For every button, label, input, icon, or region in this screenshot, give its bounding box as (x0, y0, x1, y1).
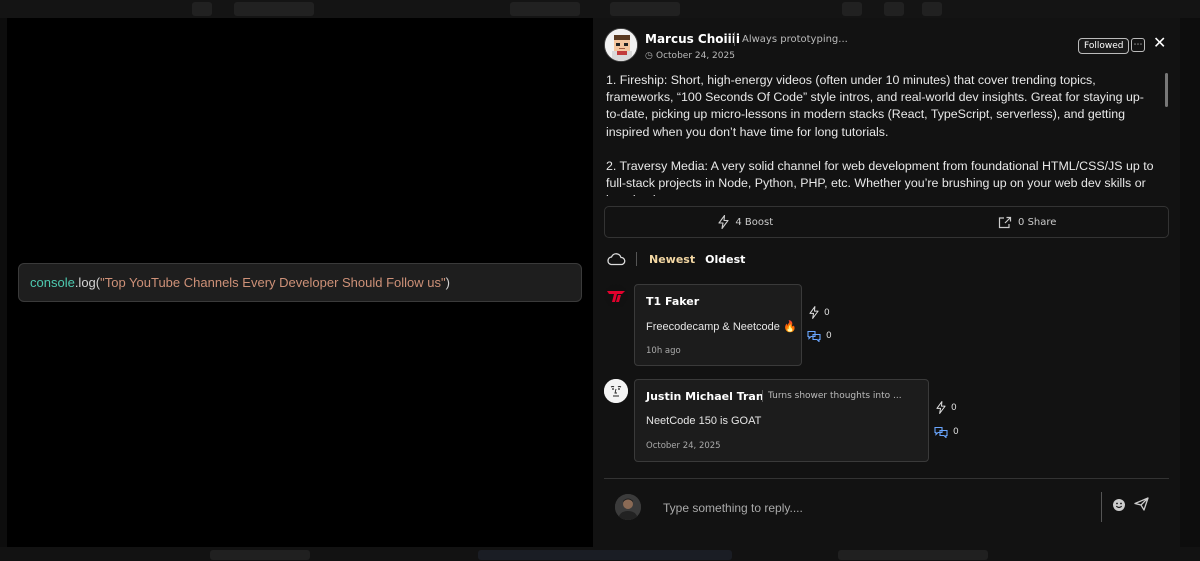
more-icon[interactable]: ⋯ (1131, 38, 1145, 52)
reply-input[interactable] (663, 498, 1083, 518)
comment-tag-divider (762, 390, 763, 402)
followed-button[interactable]: Followed (1078, 38, 1130, 54)
comment-boost-button[interactable]: 0 (809, 306, 830, 319)
reply-divider-vertical (1101, 492, 1102, 522)
post-media-pane: console .log("Top YouTube Channels Every … (7, 18, 593, 547)
sort-tab-newest[interactable]: Newest (649, 253, 695, 266)
post-paragraph: 1. Fireship: Short, high-energy videos (… (606, 73, 1144, 139)
lightning-icon (936, 401, 946, 414)
post-header: Marcus Choiiii Always prototyping... ◷ O… (604, 28, 1169, 64)
clock-icon: ◷ (645, 51, 653, 61)
code-function: console (30, 275, 75, 290)
comment-text: Freecodecamp & Neetcode 🔥 (646, 320, 797, 333)
comment-author-name[interactable]: T1 Faker (646, 295, 699, 308)
post-body-scrollbar[interactable] (1165, 73, 1168, 107)
background-tab-posts (610, 2, 680, 16)
code-snippet: console .log("Top YouTube Channels Every … (18, 263, 582, 302)
author-avatar[interactable] (604, 28, 638, 62)
background-app-footer (0, 547, 1200, 561)
author-divider (734, 32, 735, 46)
post-body: 1. Fireship: Short, high-energy videos (… (606, 72, 1154, 196)
comment-card: Justin Michael Tran Turns shower thought… (634, 379, 929, 462)
comment-sort-bar: Newest Oldest (606, 250, 745, 268)
sort-divider (636, 252, 637, 266)
author-tagline: Always prototyping... (742, 34, 848, 45)
share-label: 0 Share (1018, 216, 1057, 228)
paper-plane-icon (1134, 497, 1149, 511)
background-card (478, 550, 732, 560)
comment-reply-count: 0 (953, 427, 959, 437)
background-app-header (0, 0, 1200, 18)
t1-logo-avatar[interactable] (604, 284, 628, 308)
post-detail-pane: Marcus Choiiii Always prototyping... ◷ O… (593, 18, 1180, 547)
background-icon (842, 2, 862, 16)
pixel-avatar-icon (605, 29, 637, 61)
comment-boost-button[interactable]: 0 (936, 401, 957, 414)
chat-bubbles-icon (934, 426, 948, 438)
send-icon[interactable] (1134, 497, 1149, 515)
comment-card: T1 Faker Freecodecamp & Neetcode 🔥 10h a… (634, 284, 802, 366)
comment-author-name[interactable]: Justin Michael Tran (646, 390, 764, 403)
lightning-icon (809, 306, 819, 319)
comment-replies-button[interactable]: 0 (934, 426, 959, 438)
code-string: "Top YouTube Channels Every Developer Sh… (100, 275, 446, 290)
smiley-icon (1113, 499, 1125, 511)
commenter-avatar[interactable] (604, 379, 628, 403)
post-date: October 24, 2025 (656, 51, 735, 61)
code-close: ) (445, 275, 450, 290)
comment-replies-button[interactable]: 0 (807, 330, 832, 342)
cloud-icon (607, 253, 626, 266)
comment-text: NeetCode 150 is GOAT (646, 415, 762, 427)
comment-time: October 24, 2025 (646, 441, 721, 451)
chat-bubbles-icon (807, 330, 821, 342)
background-tab-blogs (510, 2, 580, 16)
user-photo-icon (615, 494, 641, 520)
comment-boost-count: 0 (824, 307, 830, 318)
post-paragraph: 2. Traversy Media: A very solid channel … (606, 158, 1154, 196)
share-button[interactable]: 0 Share (887, 207, 1169, 237)
face-sketch-icon (604, 379, 628, 403)
author-name[interactable]: Marcus Choiiii (645, 32, 740, 46)
background-item (210, 550, 310, 560)
emoji-icon[interactable] (1112, 498, 1126, 516)
boost-label: 4 Boost (735, 216, 774, 228)
boost-button[interactable]: 4 Boost (605, 207, 887, 237)
lightning-icon (718, 215, 729, 229)
current-user-avatar[interactable] (615, 494, 641, 520)
post-modal: console .log("Top YouTube Channels Every … (7, 18, 1180, 547)
fire-emoji: 🔥 (782, 321, 797, 333)
close-icon[interactable]: ✕ (1153, 33, 1166, 52)
comment-boost-count: 0 (951, 402, 957, 413)
comment-reply-count: 0 (826, 331, 832, 341)
background-icon (922, 2, 942, 16)
comment-text-body: Freecodecamp & Neetcode (646, 321, 780, 333)
share-icon (998, 216, 1012, 228)
reply-divider (604, 478, 1169, 479)
t1-logo-icon (604, 284, 628, 308)
sort-tab-oldest[interactable]: Oldest (705, 253, 745, 266)
code-call: .log( (74, 275, 101, 290)
background-logo (192, 2, 212, 16)
post-actions: 4 Boost 0 Share (604, 206, 1169, 238)
comment-time: 10h ago (646, 346, 681, 356)
background-item (838, 550, 988, 560)
comment-author-tagline: Turns shower thoughts into ... (768, 391, 902, 401)
background-icon (884, 2, 904, 16)
background-search (234, 2, 314, 16)
